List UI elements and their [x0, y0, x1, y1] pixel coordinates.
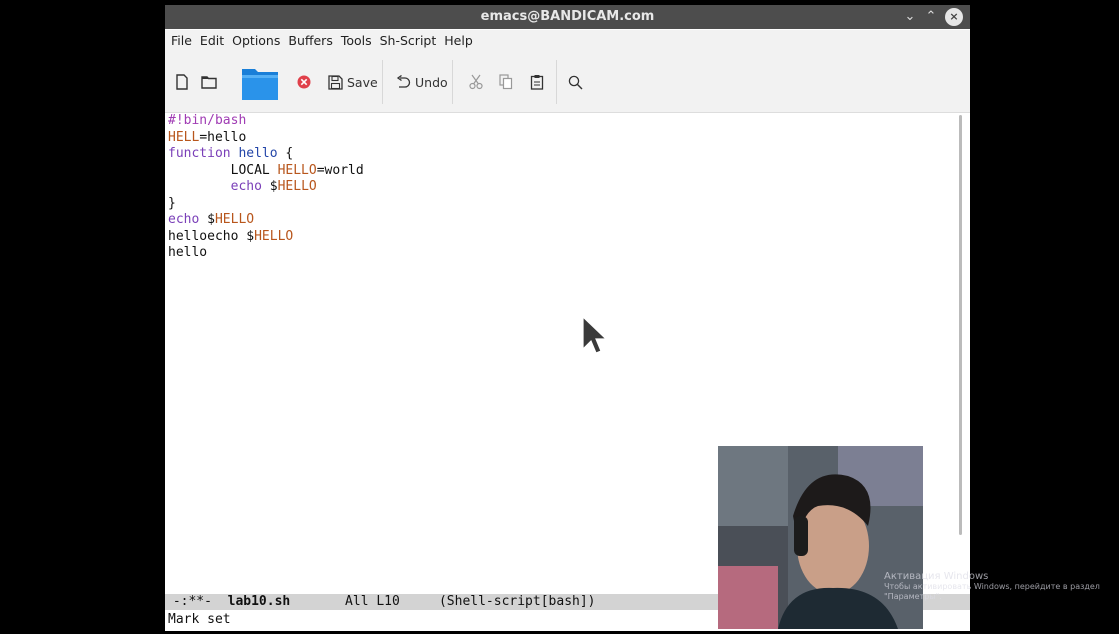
code-token: HELLO — [254, 228, 294, 244]
code-token: =world — [316, 162, 364, 178]
menu-help[interactable]: Help — [440, 30, 477, 52]
toolbar-separator — [556, 60, 557, 104]
menu-options[interactable]: Options — [228, 30, 284, 52]
chevron-down-icon: ⌄ — [904, 9, 916, 24]
code-line: #!bin/bash — [165, 113, 955, 130]
undo-button[interactable]: Undo — [395, 69, 448, 95]
window-title: emacs@BANDICAM.com — [480, 9, 655, 24]
save-button[interactable]: Save — [328, 69, 378, 95]
code-token: } — [168, 195, 176, 211]
code-token: hello — [168, 245, 208, 260]
code-token: function — [168, 146, 239, 161]
title-bar: emacs@BANDICAM.com ⌄ ⌃ × — [165, 5, 970, 29]
code-line: HELL=hello — [165, 130, 955, 147]
modeline-major-mode[interactable]: (Shell-script[bash]) — [439, 594, 596, 609]
watermark-title: Активация Windows — [884, 571, 989, 582]
watermark-subtitle: Чтобы активировать Windows, перейдите в … — [884, 582, 1100, 601]
code-line: function hello { — [165, 146, 955, 163]
vertical-scrollbar[interactable] — [958, 115, 964, 590]
modeline-position: All L10 — [290, 594, 439, 609]
copy-button[interactable] — [499, 69, 513, 95]
chevron-up-icon: ⌃ — [925, 9, 937, 24]
close-window-button[interactable]: × — [945, 8, 963, 26]
code-token: helloecho $ — [168, 228, 255, 244]
paste-button[interactable] — [530, 69, 544, 95]
kill-buffer-button[interactable] — [297, 69, 311, 95]
paste-icon — [530, 75, 544, 90]
search-icon — [568, 75, 583, 89]
modeline-buffer-name[interactable]: lab10.sh — [228, 594, 291, 609]
menu-file[interactable]: File — [167, 30, 196, 52]
toolbar-separator — [452, 60, 453, 104]
code-token: HELLO — [214, 212, 255, 227]
menu-buffers[interactable]: Buffers — [284, 30, 336, 52]
code-token: echo — [230, 179, 262, 194]
scissors-icon — [469, 74, 483, 90]
cut-button[interactable] — [469, 69, 483, 95]
floppy-icon — [328, 74, 343, 90]
close-icon: × — [949, 10, 959, 23]
minimize-button[interactable]: ⌄ — [901, 8, 919, 26]
windows-activation-watermark: Активация Windows Чтобы активировать Win… — [884, 572, 1119, 602]
open-folder-icon — [201, 76, 217, 89]
mouse-cursor-icon — [582, 315, 607, 354]
menu-bar: File Edit Options Buffers Tools Sh-Script Help — [165, 30, 970, 52]
scrollbar-thumb[interactable] — [959, 115, 962, 535]
toolbar-separator — [382, 60, 383, 104]
new-file-icon — [176, 74, 188, 90]
code-token: #!bin/bash — [168, 113, 247, 128]
undo-label: Undo — [415, 74, 448, 90]
code-token: $ — [199, 212, 215, 227]
code-line: hello — [165, 245, 955, 262]
code-token: LOCAL — [168, 162, 278, 178]
copy-icon — [499, 74, 513, 90]
maximize-button[interactable]: ⌃ — [922, 8, 940, 26]
search-button[interactable] — [568, 69, 583, 95]
modeline-status: -:**- — [165, 594, 228, 609]
code-line: LOCAL HELLO=world — [165, 163, 955, 180]
code-token: $ — [261, 179, 278, 194]
menu-tools[interactable]: Tools — [337, 30, 376, 52]
folder-icon — [242, 69, 278, 100]
code-line: echo $HELLO — [165, 179, 955, 196]
close-icon — [297, 75, 311, 89]
code-token: HELLO — [277, 179, 317, 194]
new-file-button[interactable] — [175, 69, 189, 95]
open-file-button[interactable] — [241, 64, 279, 102]
tool-bar: Save Undo — [165, 52, 970, 113]
code-token: HELLO — [277, 162, 317, 178]
menu-edit[interactable]: Edit — [196, 30, 228, 52]
code-token: { — [277, 146, 294, 161]
code-token: HELL — [168, 129, 200, 145]
code-line: echo $HELLO — [165, 212, 955, 229]
code-token: =hello — [199, 129, 247, 145]
undo-icon — [396, 75, 411, 88]
code-line: } — [165, 196, 955, 213]
code-line: helloecho $HELLO — [165, 229, 955, 246]
open-directory-button[interactable] — [201, 69, 217, 95]
menu-sh-script[interactable]: Sh-Script — [376, 30, 441, 52]
code-token: echo — [168, 212, 200, 227]
save-label: Save — [347, 74, 378, 90]
code-token: hello — [238, 146, 278, 161]
